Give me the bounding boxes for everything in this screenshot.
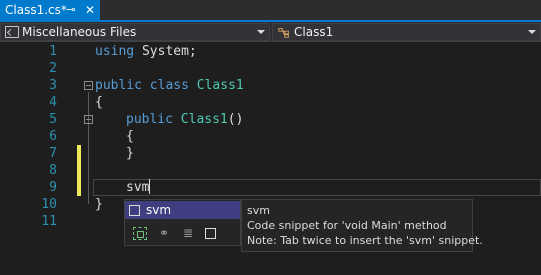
code-text: } <box>126 146 134 161</box>
line-number: 8 <box>49 163 57 178</box>
completion-item-label: svm <box>146 203 172 217</box>
line-number: 5 <box>49 112 57 127</box>
keyword: public <box>95 78 142 93</box>
code-line: 2 <box>0 60 541 77</box>
tooltip-description: Code snippet for 'void Main' method <box>247 219 447 232</box>
code-text: public class Class1 <box>95 77 244 94</box>
type-name: Class1 <box>180 112 228 127</box>
code-line: 6 { <box>0 128 541 145</box>
punctuation: () <box>227 112 244 127</box>
line-number: 9 <box>49 180 57 195</box>
snippet-icon <box>129 204 140 216</box>
tab-title: Class1.cs* <box>5 3 67 17</box>
tooltip-title: svm <box>247 204 270 217</box>
text-caret <box>149 179 151 194</box>
code-line: 3 public class Class1 <box>0 77 541 94</box>
code-text: using System; <box>95 43 197 60</box>
class-icon <box>278 28 289 38</box>
project-dropdown[interactable]: Miscellaneous Files <box>0 23 270 41</box>
line-number: 2 <box>49 61 57 76</box>
completion-list[interactable]: svm ⚭ ≣ <box>124 199 241 246</box>
line-number: 6 <box>49 129 57 144</box>
chevron-down-icon[interactable] <box>528 30 536 34</box>
tab-class1-cs[interactable]: Class1.cs* ⊸ ✕ <box>0 0 100 20</box>
collapse-icon[interactable] <box>84 115 93 124</box>
line-number: 10 <box>41 197 57 212</box>
pin-icon[interactable]: ⊸ <box>64 3 78 17</box>
code-line: 7 } <box>0 145 541 162</box>
list-filter-icon[interactable]: ≣ <box>181 226 195 240</box>
code-line: 5 public Class1() <box>0 111 541 128</box>
tooltip-note: Note: Tab twice to insert the 'svm' snip… <box>247 234 483 247</box>
type-dropdown-value: Class1 <box>294 25 334 39</box>
csharp-project-icon <box>5 26 19 38</box>
line-number: 1 <box>49 44 57 59</box>
type-dropdown[interactable]: Class1 <box>272 23 541 41</box>
line-number: 11 <box>41 214 57 229</box>
project-dropdown-value: Miscellaneous Files <box>22 25 137 39</box>
completion-filter-bar: ⚭ ≣ <box>133 226 238 240</box>
code-line: 8 <box>0 162 541 179</box>
code-line: 1 using System; <box>0 43 541 60</box>
line-number: 4 <box>49 95 57 110</box>
collapse-icon[interactable] <box>84 81 93 90</box>
chevron-down-icon[interactable] <box>257 30 265 34</box>
keyword: using <box>95 44 135 59</box>
type-name: Class1 <box>196 78 244 93</box>
code-line: 9 svm <box>0 179 541 196</box>
line-number: 7 <box>49 146 57 161</box>
completion-tooltip: svm Code snippet for 'void Main' method … <box>241 199 483 252</box>
keyword: public <box>126 112 173 127</box>
typed-text: svm <box>126 180 150 195</box>
code-filter-icon[interactable] <box>133 226 147 240</box>
close-icon[interactable]: ✕ <box>83 3 97 17</box>
navigation-bar: Miscellaneous Files Class1 <box>0 22 541 42</box>
snippet-filter-icon[interactable] <box>205 227 216 239</box>
document-tab-strip: Class1.cs* ⊸ ✕ <box>0 0 541 22</box>
completion-item-svm[interactable]: svm <box>125 201 240 219</box>
code-text: { <box>95 95 103 110</box>
line-number: 3 <box>49 78 57 93</box>
identifier: System; <box>141 44 197 59</box>
code-text: public Class1() <box>126 111 243 128</box>
code-line: 4 { <box>0 94 541 111</box>
keyword: class <box>149 78 189 93</box>
class-filter-icon[interactable]: ⚭ <box>157 226 171 240</box>
code-text: { <box>126 129 134 144</box>
code-text: } <box>95 197 103 212</box>
code-text: svm <box>126 179 151 196</box>
